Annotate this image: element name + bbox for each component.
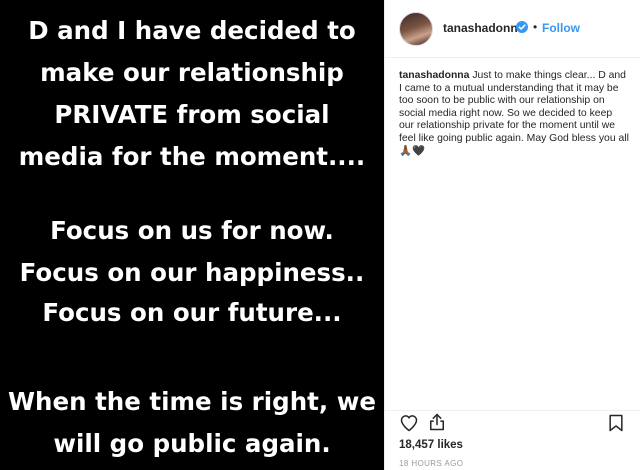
- story-text-line: make our relationship: [40, 58, 344, 87]
- post-caption: tanashadonna Just to make things clear..…: [399, 70, 629, 166]
- separator-dot: •: [533, 20, 538, 34]
- post-image: D and I have decided to make our relatio…: [0, 0, 384, 470]
- post-timestamp[interactable]: 18 HOURS AGO: [399, 459, 463, 468]
- follow-button[interactable]: Follow: [542, 21, 580, 35]
- header-username[interactable]: tanashadonna: [443, 21, 524, 35]
- story-text-line: D and I have decided to: [28, 16, 356, 45]
- story-text-line: Focus on us for now.: [50, 216, 334, 245]
- heart-icon[interactable]: [399, 413, 419, 433]
- post-header: tanashadonna • Follow: [385, 0, 640, 58]
- story-text-line: will go public again.: [53, 429, 331, 458]
- likes-count[interactable]: 18,457 likes: [399, 439, 463, 451]
- share-icon[interactable]: [427, 412, 447, 432]
- story-text-line: Focus on our happiness..: [19, 258, 365, 287]
- verified-badge-icon: [516, 21, 528, 33]
- story-text-line: When the time is right, we: [8, 387, 376, 416]
- story-text-line: media for the moment....: [18, 142, 366, 171]
- story-text-line: Focus on our future...: [42, 298, 342, 327]
- post-details-panel: tanashadonna • Follow tanashadonna Just …: [384, 0, 640, 470]
- caption-username[interactable]: tanashadonna: [399, 70, 469, 81]
- caption-text: Just to make things clear... D and I cam…: [399, 70, 629, 157]
- action-bar: [385, 410, 640, 436]
- avatar[interactable]: [399, 12, 433, 46]
- bookmark-icon[interactable]: [606, 413, 626, 433]
- story-text-line: PRIVATE from social: [54, 100, 330, 129]
